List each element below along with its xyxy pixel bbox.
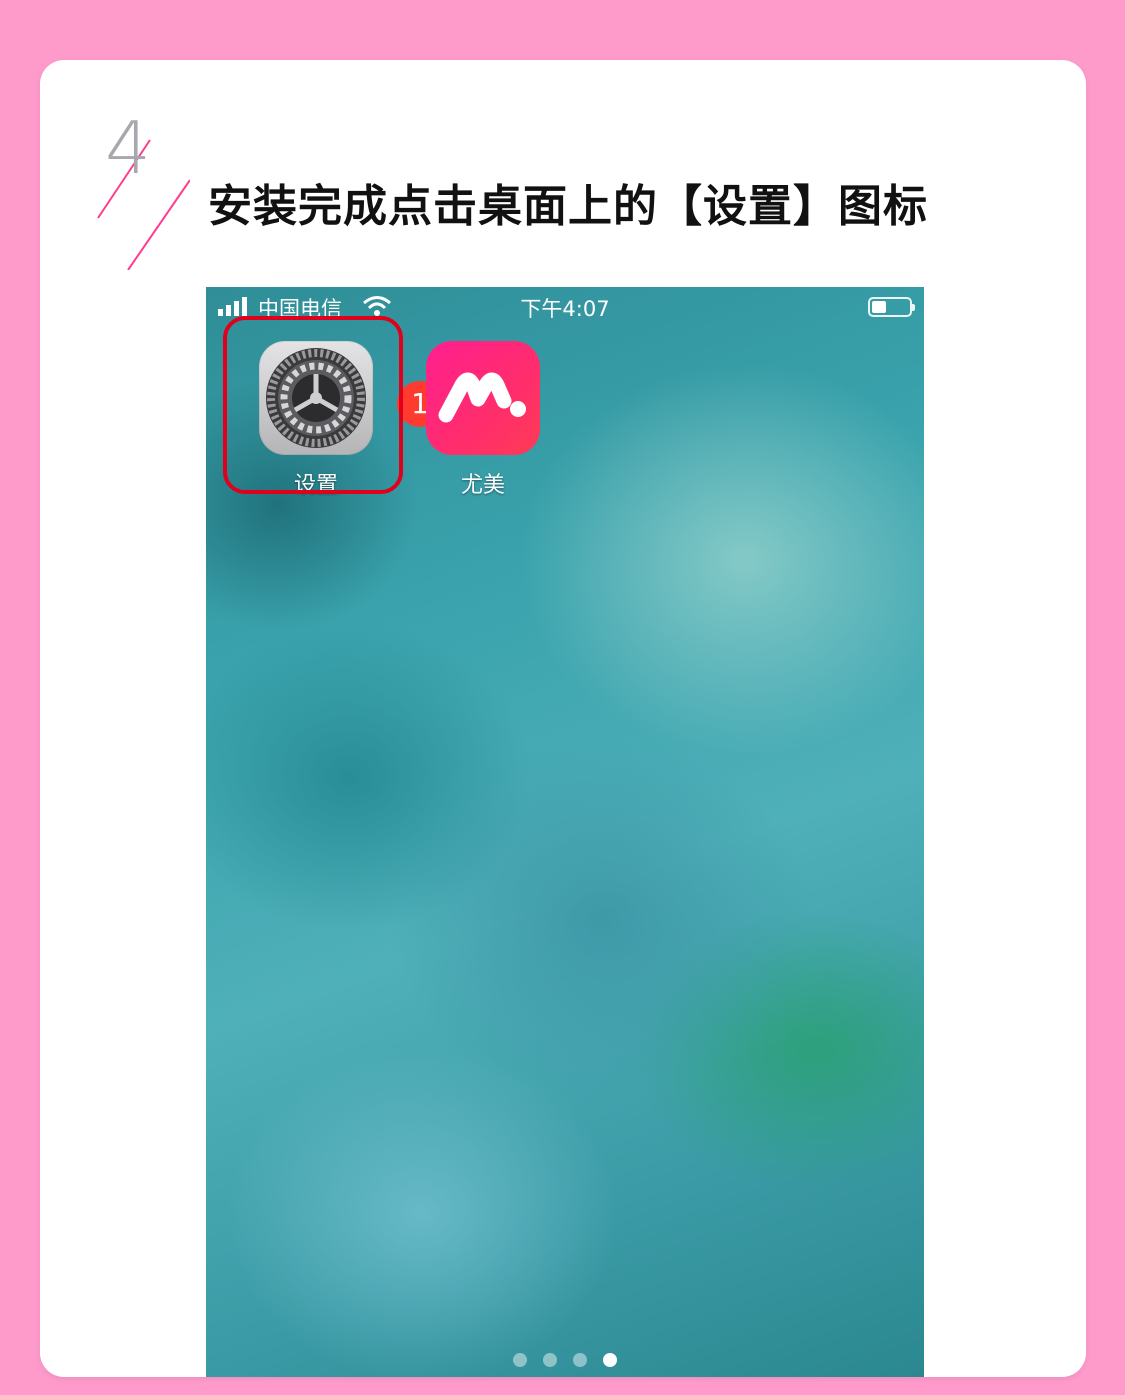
battery-level [872,301,886,313]
step-number: 4 [105,106,151,190]
youmei-m-logo-icon[interactable] [426,341,540,455]
battery-icon [868,297,915,317]
page-dot[interactable] [603,1353,617,1367]
settings-highlight-frame [223,316,403,494]
app-youmei[interactable]: 尤美 [423,341,543,499]
instruction-card: 4 安装完成点击桌面上的【设置】图标 中国电信 下午4:07 设置 1 尤美 [40,60,1086,1377]
step-title: 安装完成点击桌面上的【设置】图标 [208,181,928,232]
app-label-youmei: 尤美 [460,473,505,498]
page-indicator[interactable] [206,1352,924,1371]
page-dot[interactable] [513,1353,527,1367]
page-dot[interactable] [543,1353,557,1367]
page-dot[interactable] [573,1353,587,1367]
